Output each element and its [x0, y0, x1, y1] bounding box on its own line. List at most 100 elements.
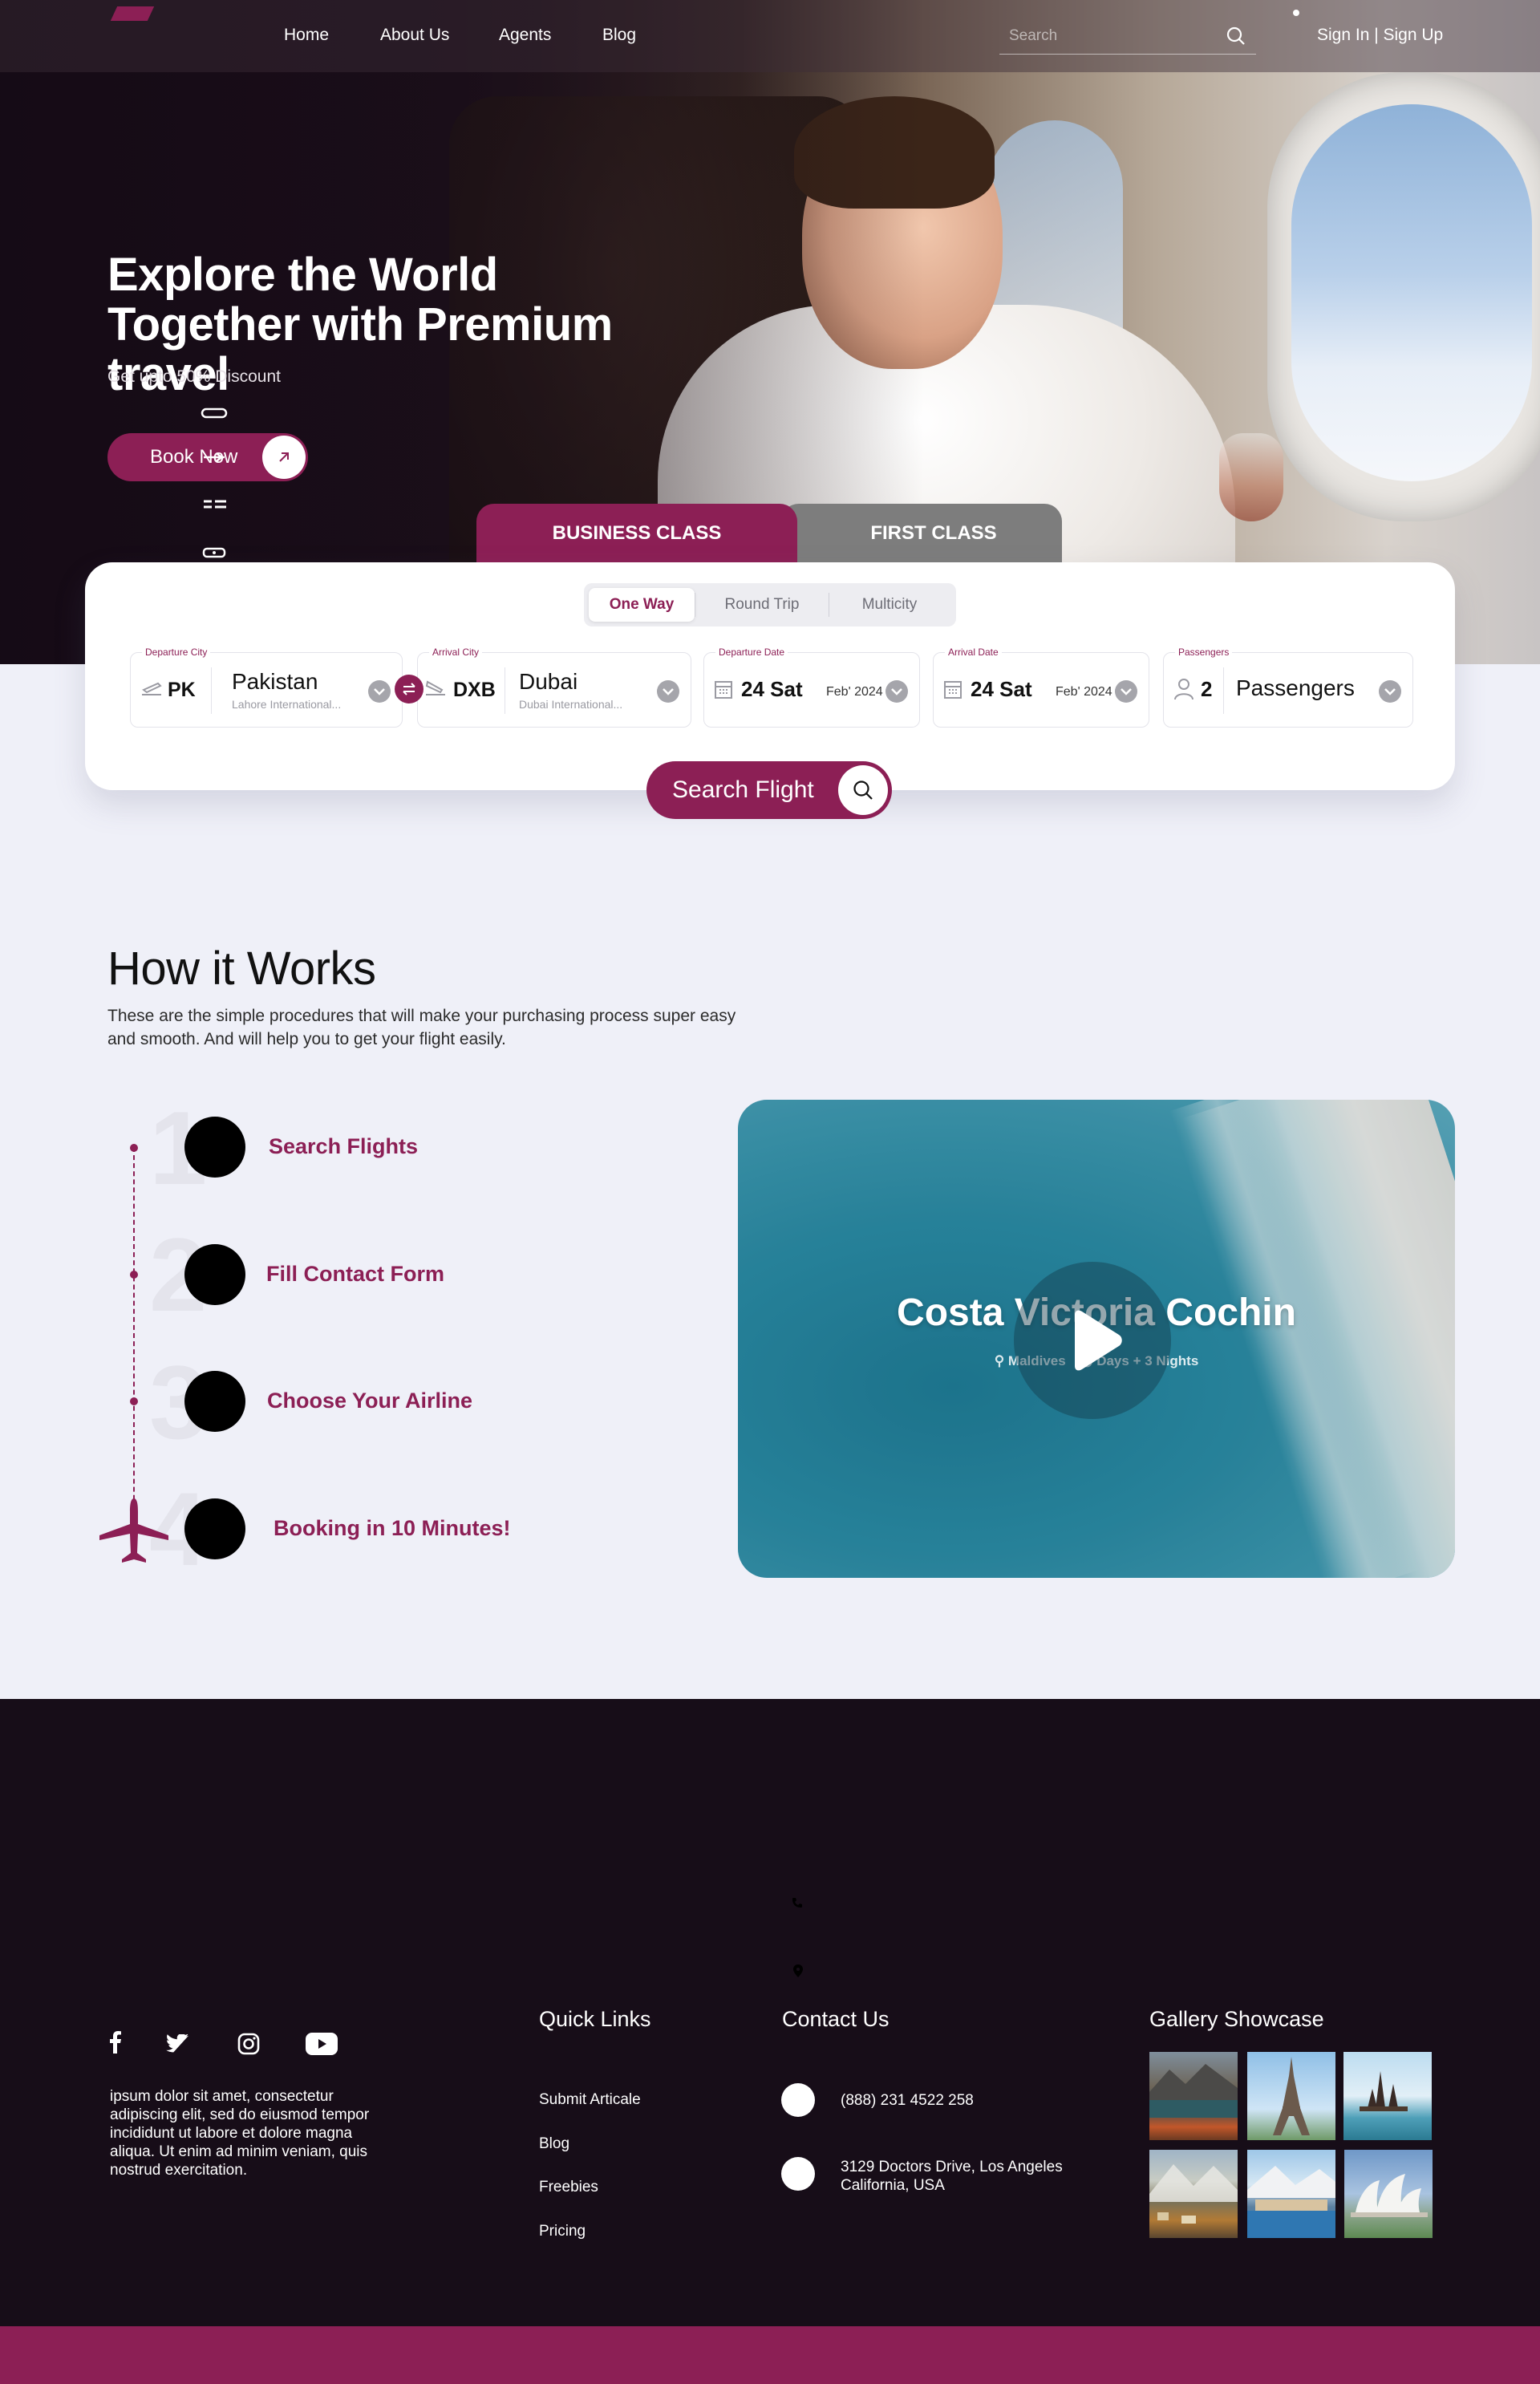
gallery-image-harbor-town[interactable] — [1247, 2150, 1335, 2238]
field-divider — [1223, 667, 1224, 714]
departure-date-field[interactable]: Departure Date 24 Sat Feb' 2024 — [703, 647, 920, 728]
swap-icon — [403, 683, 415, 695]
timeline-dot — [130, 1397, 138, 1405]
arrival-date-label: Arrival Date — [945, 647, 1002, 658]
departure-day: 24 Sat — [741, 677, 803, 701]
departure-city-label: Departure City — [142, 647, 211, 658]
arrival-code: DXB — [453, 679, 496, 701]
step-booking-10-minutes: Booking in 10 Minutes! — [274, 1516, 511, 1540]
tab-first-class[interactable]: FIRST CLASS — [781, 504, 1062, 563]
sign-in-sign-up-link[interactable]: Sign In | Sign Up — [1317, 26, 1443, 45]
flight-search-card: One Way Round Trip Multicity Departure C… — [85, 562, 1455, 790]
departure-airport: Lahore International... — [232, 698, 342, 711]
calendar-icon — [944, 681, 962, 699]
search-icon[interactable] — [1226, 26, 1246, 47]
footer-phone[interactable]: (888) 231 4522 258 — [841, 2091, 974, 2110]
arrival-city: Dubai — [519, 669, 578, 694]
arrow-up-right-icon — [262, 436, 306, 479]
search-icon — [838, 765, 888, 815]
nav-about-us[interactable]: About Us — [380, 26, 449, 45]
gallery-image-eiffel-tower[interactable] — [1247, 2052, 1335, 2140]
nav-agents[interactable]: Agents — [499, 26, 551, 45]
notification-dot — [1293, 10, 1299, 16]
footer-address-line1: 3129 Doctors Drive, Los Angeles — [841, 2159, 1063, 2175]
person-icon — [1174, 679, 1194, 700]
footer-link-submit-article[interactable]: Submit Articale — [539, 2091, 641, 2109]
address-badge — [781, 2157, 815, 2191]
step-badge — [184, 1117, 245, 1178]
departure-city-field[interactable]: Departure City PK Pakistan Lahore Intern… — [130, 647, 403, 728]
takeoff-icon — [142, 682, 162, 695]
arrival-date-field[interactable]: Arrival Date 24 Sat Feb' 2024 — [933, 647, 1149, 728]
gallery-image-opera-house[interactable] — [1344, 2150, 1433, 2238]
departure-date-label: Departure Date — [715, 647, 788, 658]
link-icon[interactable] — [201, 407, 229, 419]
hero-subtitle: Get upto 50% Discount — [107, 367, 281, 386]
step-badge — [184, 1498, 245, 1559]
step-choose-airline: Choose Your Airline — [267, 1389, 473, 1413]
tab-business-class[interactable]: BUSINESS CLASS — [476, 504, 797, 563]
search-flight-label: Search Flight — [672, 776, 814, 803]
footer-link-blog[interactable]: Blog — [539, 2135, 569, 2153]
quick-links-title: Quick Links — [539, 2007, 651, 2031]
arrival-city-field[interactable]: Arrival City DXB Dubai Dubai Internation… — [417, 647, 691, 728]
steps-timeline — [133, 1147, 135, 1524]
twitter-icon[interactable] — [166, 2034, 190, 2054]
passengers-count: 2 — [1201, 677, 1213, 701]
step-badge — [184, 1371, 245, 1432]
arrival-airport: Dubai International... — [519, 698, 623, 711]
departure-month: Feb' 2024 — [826, 685, 883, 699]
video-card[interactable]: Costa Victoria Cochin ⚲ Maldives ◷ Days … — [738, 1100, 1455, 1578]
trip-round-trip[interactable]: Round Trip — [695, 588, 829, 622]
step-fill-contact-form: Fill Contact Form — [266, 1262, 444, 1286]
youtube-icon[interactable] — [306, 2033, 338, 2055]
trip-multicity[interactable]: Multicity — [829, 588, 950, 622]
search-flight-button[interactable]: Search Flight — [646, 761, 892, 819]
trip-type-toggle: One Way Round Trip Multicity — [584, 583, 956, 626]
footer-address-line2: California, USA — [841, 2177, 945, 2194]
brand-logo[interactable] — [110, 6, 155, 21]
how-it-works-title: How it Works — [107, 943, 376, 995]
location-pin-icon — [792, 1964, 804, 1982]
trip-one-way[interactable]: One Way — [589, 588, 695, 622]
gallery-showcase-title: Gallery Showcase — [1149, 2007, 1324, 2031]
footer-link-freebies[interactable]: Freebies — [539, 2179, 598, 2196]
chevron-down-icon[interactable] — [657, 680, 679, 703]
arrival-day: 24 Sat — [971, 677, 1032, 701]
arrival-month: Feb' 2024 — [1056, 685, 1112, 699]
chevron-down-icon[interactable] — [886, 680, 908, 703]
footer-bottom-bar — [0, 2326, 1540, 2384]
play-icon — [1075, 1310, 1122, 1371]
gallery-image-temple-lake[interactable] — [1343, 2052, 1432, 2140]
departure-code: PK — [168, 679, 196, 701]
timeline-dot — [130, 1144, 138, 1152]
swap-cities-button[interactable] — [395, 675, 424, 703]
timeline-dot — [130, 1271, 138, 1279]
gallery-image-village-mountains[interactable] — [1149, 2150, 1238, 2238]
nav-blog[interactable]: Blog — [602, 26, 636, 45]
departure-city: Pakistan — [232, 669, 318, 694]
facebook-icon[interactable] — [109, 2031, 122, 2054]
calendar-icon — [715, 681, 732, 699]
passengers-text: Passengers — [1236, 675, 1355, 700]
ticket-icon[interactable] — [201, 547, 229, 558]
passengers-label: Passengers — [1175, 647, 1233, 658]
nav-search — [999, 22, 1256, 55]
how-it-works-description: These are the simple procedures that wil… — [107, 1007, 736, 1048]
list-icon[interactable] — [201, 499, 229, 510]
step-badge — [184, 1244, 245, 1305]
play-button[interactable] — [1014, 1262, 1171, 1419]
phone-icon — [791, 1896, 804, 1913]
step-search-flights: Search Flights — [269, 1134, 419, 1158]
phone-badge — [781, 2083, 815, 2117]
plane-mini-icon[interactable] — [201, 452, 229, 463]
chevron-down-icon[interactable] — [1379, 680, 1401, 703]
gallery-image-lake-mountains[interactable] — [1149, 2052, 1238, 2140]
nav-home[interactable]: Home — [284, 26, 329, 45]
footer-link-pricing[interactable]: Pricing — [539, 2223, 586, 2240]
passengers-field[interactable]: Passengers 2 Passengers — [1163, 647, 1413, 728]
chevron-down-icon[interactable] — [368, 680, 391, 703]
chevron-down-icon[interactable] — [1115, 680, 1137, 703]
search-input[interactable] — [999, 22, 1208, 50]
instagram-icon[interactable] — [237, 2033, 260, 2055]
